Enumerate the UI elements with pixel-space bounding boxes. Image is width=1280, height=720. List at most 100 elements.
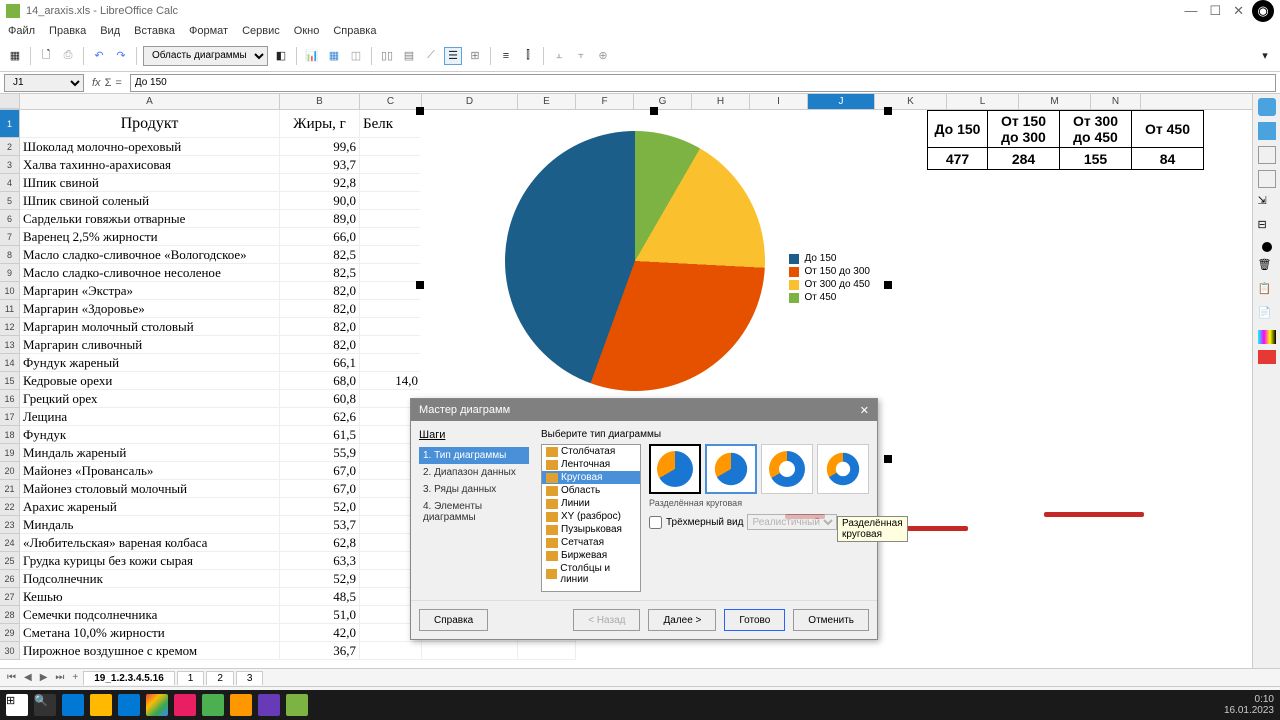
chart-3d-icon[interactable]: ◫	[347, 47, 365, 65]
wizard-step-3[interactable]: 3. Ряды данных	[419, 481, 529, 498]
menu-file[interactable]: Файл	[8, 25, 35, 37]
zoom-icon[interactable]: ⊕	[594, 47, 612, 65]
print-icon[interactable]: ⎙	[59, 47, 77, 65]
maximize-button[interactable]: ☐	[1209, 3, 1221, 19]
chart-type-item[interactable]: Ленточная	[542, 458, 640, 471]
trash-icon[interactable]: 🗑	[1258, 258, 1276, 276]
3d-checkbox[interactable]	[649, 516, 662, 529]
sheet-tab[interactable]: 1	[177, 671, 205, 685]
format-select-icon[interactable]: ▦	[6, 47, 24, 65]
color-palette-icon[interactable]	[1258, 330, 1276, 344]
subtype-donut[interactable]	[761, 444, 813, 494]
functions-icon[interactable]: ⊟	[1258, 218, 1276, 236]
properties-icon[interactable]	[1258, 98, 1276, 116]
app-icon[interactable]	[230, 694, 252, 716]
scale-x-icon[interactable]: ⫠	[550, 47, 568, 65]
chart-type-item[interactable]: Сетчатая	[542, 536, 640, 549]
chart-bars-icon[interactable]: ▯▯	[378, 47, 396, 65]
close-toolbar-icon[interactable]: ▾	[1256, 47, 1274, 65]
chart-legend[interactable]: До 150 От 150 до 300 От 300 до 450 От 45…	[789, 251, 870, 305]
chart-type-list[interactable]: СтолбчатаяЛенточнаяКруговаяОбластьЛинииX…	[541, 444, 641, 592]
menu-window[interactable]: Окно	[294, 25, 320, 37]
legend-icon[interactable]: ☰	[444, 47, 462, 65]
axis-icon[interactable]: ⫿	[519, 47, 537, 65]
calc-icon[interactable]	[286, 694, 308, 716]
menu-edit[interactable]: Правка	[49, 25, 86, 37]
menu-view[interactable]: Вид	[100, 25, 120, 37]
chart-line-icon[interactable]: ⟋	[422, 47, 440, 65]
formula-input[interactable]	[130, 74, 1276, 92]
color-swatch-icon[interactable]	[1258, 350, 1276, 364]
chart-type-item[interactable]: Круговая	[542, 471, 640, 484]
menu-help[interactable]: Справка	[333, 25, 376, 37]
pie-plot[interactable]	[505, 131, 765, 391]
wizard-step-4[interactable]: 4. Элементы диаграммы	[419, 498, 529, 526]
chart-area-selector[interactable]: Область диаграммы	[143, 46, 268, 66]
chart-type-item[interactable]: XY (разброс)	[542, 510, 640, 523]
dialog-titlebar[interactable]: Мастер диаграмм ✕	[411, 399, 877, 421]
chart-type-item[interactable]: Пузырьковая	[542, 523, 640, 536]
taskbar-clock[interactable]: 0:10 16.01.2023	[1224, 694, 1274, 716]
minimize-button[interactable]: —	[1184, 3, 1197, 19]
equals-icon[interactable]: =	[115, 77, 121, 89]
undo-icon[interactable]: ↶	[90, 47, 108, 65]
wizard-step-2[interactable]: 2. Диапазон данных	[419, 464, 529, 481]
select-icon[interactable]	[1258, 122, 1276, 140]
gallery-icon[interactable]	[1258, 170, 1276, 188]
subtype-exploded-pie[interactable]	[705, 444, 757, 494]
chart-type-item[interactable]: Линии	[542, 497, 640, 510]
edge-icon[interactable]	[118, 694, 140, 716]
grid-v-icon[interactable]: ≡	[497, 47, 515, 65]
task-view-icon[interactable]	[62, 694, 84, 716]
explorer-icon[interactable]	[90, 694, 112, 716]
chart-type-item[interactable]: Область	[542, 484, 640, 497]
tab-first-icon[interactable]: ⏮	[4, 672, 19, 683]
sheet-tab[interactable]: 2	[206, 671, 234, 685]
redo-icon[interactable]: ↷	[112, 47, 130, 65]
sum-icon[interactable]: Σ	[105, 77, 112, 89]
clipboard-icon[interactable]: 📋	[1258, 282, 1276, 300]
app-icon[interactable]	[202, 694, 224, 716]
grid-h-icon[interactable]: ⊞	[466, 47, 484, 65]
tab-prev-icon[interactable]: ◀	[21, 672, 35, 683]
help-button[interactable]: Справка	[419, 609, 488, 631]
chart-data-icon[interactable]: ▦	[325, 47, 343, 65]
tab-add-icon[interactable]: +	[69, 672, 81, 683]
new-icon[interactable]: 🗋	[37, 47, 55, 65]
chrome-icon[interactable]	[146, 694, 168, 716]
chart-type-item[interactable]: Биржевая	[542, 549, 640, 562]
wizard-step-1[interactable]: 1. Тип диаграммы	[419, 447, 529, 464]
finish-button[interactable]: Готово	[724, 609, 785, 631]
chart-type-item[interactable]: Столбцы и линии	[542, 562, 640, 586]
sheet-tab[interactable]: 3	[236, 671, 264, 685]
chart-type-item[interactable]: Столбчатая	[542, 445, 640, 458]
menu-format[interactable]: Формат	[189, 25, 228, 37]
cancel-button[interactable]: Отменить	[793, 609, 869, 631]
cell-reference[interactable]: J1	[4, 74, 84, 92]
paste-icon[interactable]: 📄	[1258, 306, 1276, 324]
tab-last-icon[interactable]: ⏭	[52, 672, 67, 683]
recorder-icon[interactable]: ◉	[1252, 0, 1274, 22]
dialog-close-icon[interactable]: ✕	[860, 404, 869, 417]
tab-next-icon[interactable]: ▶	[37, 672, 51, 683]
subtype-pie[interactable]	[649, 444, 701, 494]
menu-tools[interactable]: Сервис	[242, 25, 280, 37]
scale-y-icon[interactable]: ⫟	[572, 47, 590, 65]
chart-hbar-icon[interactable]: ▤	[400, 47, 418, 65]
next-button[interactable]: Далее >	[648, 609, 716, 631]
search-icon[interactable]: 🔍	[34, 694, 56, 716]
subtype-exploded-donut[interactable]	[817, 444, 869, 494]
menu-insert[interactable]: Вставка	[134, 25, 175, 37]
close-button[interactable]: ✕	[1233, 3, 1244, 19]
sheet-tab-active[interactable]: 19_1.2.3.4.5.16	[83, 671, 175, 685]
navigator-icon[interactable]: ⇲	[1258, 194, 1276, 212]
styles-icon[interactable]	[1258, 146, 1276, 164]
fx-icon[interactable]: fx	[92, 77, 101, 89]
point-icon[interactable]	[1262, 242, 1272, 252]
column-headers[interactable]: AB CD EF GH IJ KL MN	[0, 94, 1252, 110]
app-icon[interactable]	[258, 694, 280, 716]
chart-type-icon[interactable]: 📊	[303, 47, 321, 65]
app-icon[interactable]	[174, 694, 196, 716]
start-icon[interactable]: ⊞	[6, 694, 28, 716]
format-selection-icon[interactable]: ◧	[272, 47, 290, 65]
